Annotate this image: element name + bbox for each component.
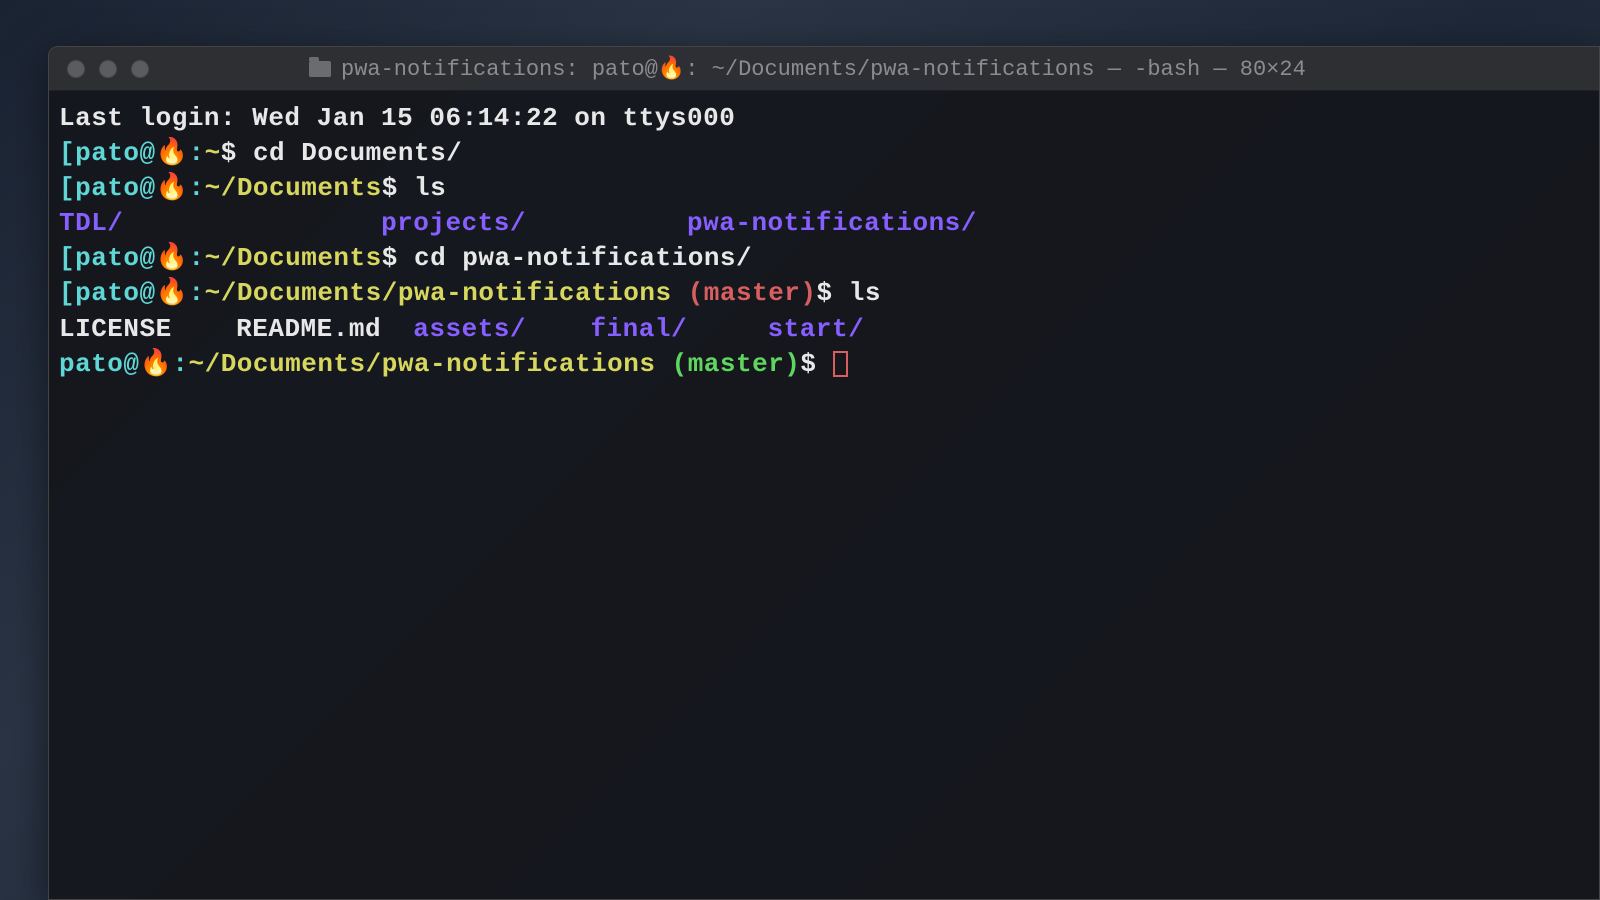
prompt-line-2: [pato@🔥:~/Documents$ ls [59, 171, 1589, 206]
user: pato@ [59, 349, 140, 379]
list-item: assets/ [413, 314, 526, 344]
folder-icon [309, 61, 331, 77]
path: ~/Documents/pwa-notifications [205, 278, 672, 308]
path: ~/Documents [205, 243, 382, 273]
minimize-button[interactable] [99, 60, 117, 78]
git-branch: (master) [672, 278, 817, 308]
bracket: [ [59, 173, 75, 203]
fire-emoji-icon: 🔥 [156, 173, 189, 203]
titlebar[interactable]: pwa-notifications: pato@🔥: ~/Documents/p… [49, 47, 1599, 91]
bracket: [ [59, 278, 75, 308]
command: cd pwa-notifications/ [414, 243, 752, 273]
user: pato@ [75, 243, 156, 273]
terminal-window: pwa-notifications: pato@🔥: ~/Documents/p… [48, 46, 1600, 900]
list-item: projects/ [381, 208, 526, 238]
command: ls [414, 173, 446, 203]
dollar: $ [221, 138, 253, 168]
close-button[interactable] [67, 60, 85, 78]
path: ~/Documents/pwa-notifications [189, 349, 656, 379]
prompt-line-4: [pato@🔥:~/Documents/pwa-notifications (m… [59, 276, 1589, 311]
fire-emoji-icon: 🔥 [658, 57, 685, 82]
title-suffix: : ~/Documents/pwa-notifications — -bash … [685, 57, 1306, 82]
user: pato@ [75, 278, 156, 308]
colon: : [189, 243, 205, 273]
ls-output-1: TDL/ projects/ pwa-notifications/ [59, 206, 1589, 241]
dollar: $ [800, 349, 832, 379]
last-login-line: Last login: Wed Jan 15 06:14:22 on ttys0… [59, 101, 1589, 136]
prompt-line-current: pato@🔥:~/Documents/pwa-notifications (ma… [59, 347, 1589, 382]
bracket: [ [59, 243, 75, 273]
dollar: $ [382, 173, 414, 203]
colon: : [172, 349, 188, 379]
fire-emoji-icon: 🔥 [156, 278, 189, 308]
command: ls [849, 278, 881, 308]
fire-emoji-icon: 🔥 [140, 349, 173, 379]
title-prefix: pwa-notifications: pato@ [341, 57, 658, 82]
colon: : [189, 278, 205, 308]
bracket: [ [59, 138, 75, 168]
prompt-line-1: [pato@🔥:~$ cd Documents/ [59, 136, 1589, 171]
zoom-button[interactable] [131, 60, 149, 78]
command: cd Documents/ [253, 138, 462, 168]
fire-emoji-icon: 🔥 [156, 243, 189, 273]
dollar: $ [817, 278, 849, 308]
list-item: TDL/ [59, 208, 123, 238]
window-title: pwa-notifications: pato@🔥: ~/Documents/p… [309, 56, 1306, 82]
colon: : [189, 173, 205, 203]
list-item: start/ [768, 314, 865, 344]
list-item: README.md [236, 314, 381, 344]
path: ~/Documents [205, 173, 382, 203]
user: pato@ [75, 173, 156, 203]
fire-emoji-icon: 🔥 [156, 138, 189, 168]
prompt-line-3: [pato@🔥:~/Documents$ cd pwa-notification… [59, 241, 1589, 276]
git-branch: (master) [655, 349, 800, 379]
traffic-lights [67, 60, 149, 78]
list-item: pwa-notifications/ [687, 208, 977, 238]
user: pato@ [75, 138, 156, 168]
terminal-body[interactable]: Last login: Wed Jan 15 06:14:22 on ttys0… [49, 91, 1599, 392]
colon: : [189, 138, 205, 168]
list-item: LICENSE [59, 314, 172, 344]
list-item: final/ [590, 314, 687, 344]
path: ~ [205, 138, 221, 168]
cursor[interactable] [833, 351, 848, 377]
ls-output-2: LICENSE README.md assets/ final/ start/ [59, 312, 1589, 347]
dollar: $ [382, 243, 414, 273]
